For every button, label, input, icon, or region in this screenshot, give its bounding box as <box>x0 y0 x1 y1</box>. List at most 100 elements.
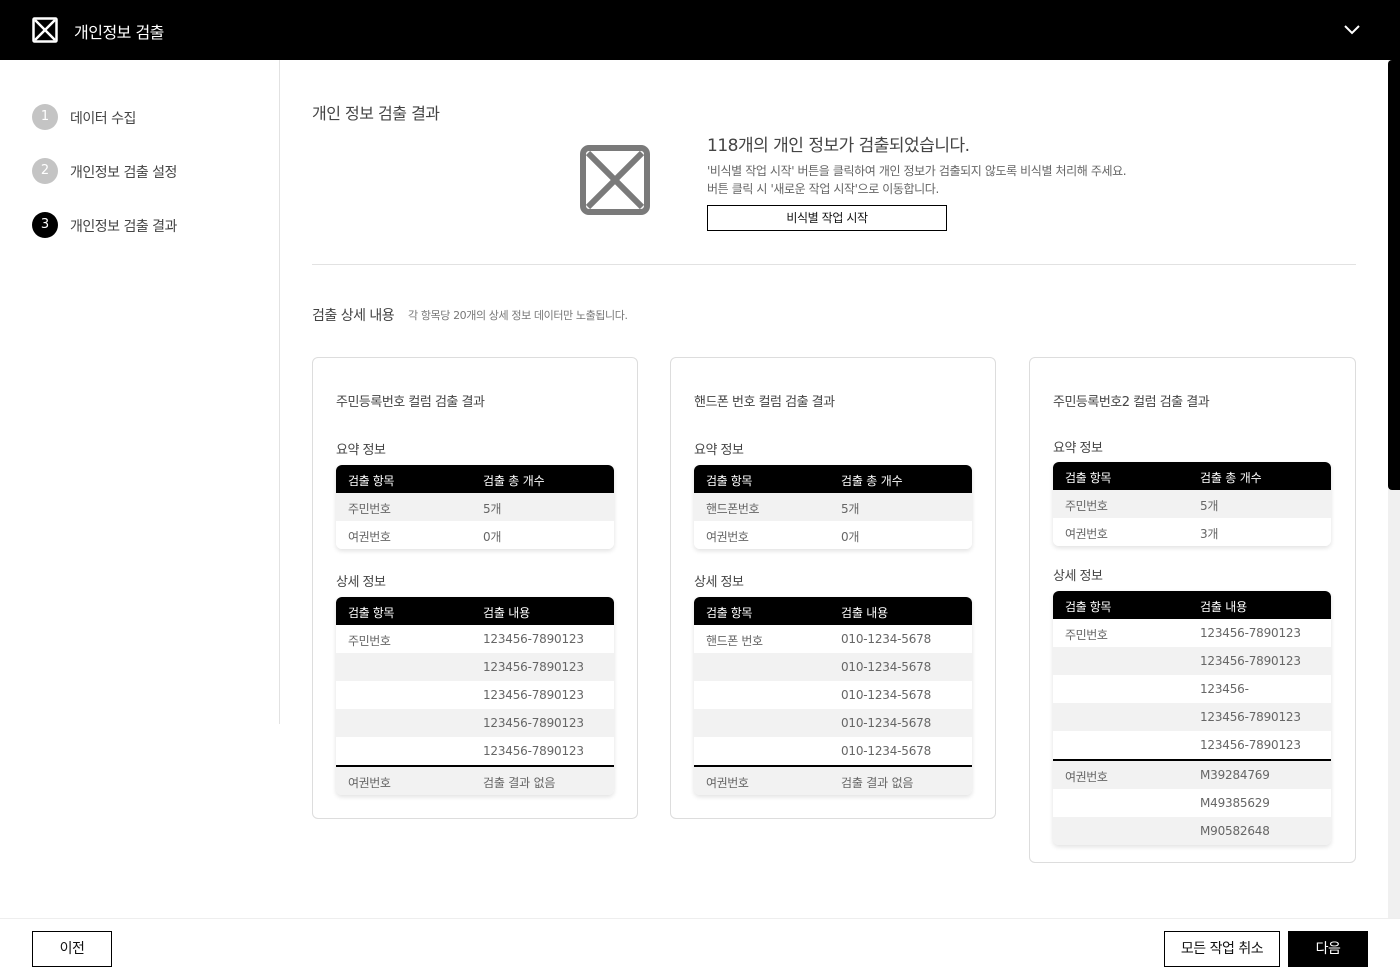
summary-table: 검출 항목 검출 총 개수 주민번호 5개 여권번호 0개 <box>336 465 614 549</box>
summary-title: 요약 정보 <box>1053 441 1103 456</box>
table-header: 검출 항목 검출 총 개수 <box>1053 462 1331 490</box>
detail-table: 검출 항목 검출 내용 핸드폰 번호 010-1234-5678 010-123… <box>694 597 972 795</box>
step-label: 데이터 수집 <box>70 111 136 127</box>
card-title: 핸드폰 번호 컬럼 검출 결과 <box>694 395 835 410</box>
table-cell: 123456-7890123 <box>1200 654 1301 668</box>
table-cell: 검출 결과 없음 <box>483 776 556 790</box>
column-header: 검출 항목 <box>348 606 394 620</box>
table-cell: 핸드폰 번호 <box>706 634 763 648</box>
close-box-icon <box>32 17 58 43</box>
table-header: 검출 항목 검출 총 개수 <box>694 465 972 493</box>
table-cell: 5개 <box>483 502 502 516</box>
card-title: 주민등록번호2 컬럼 검출 결과 <box>1053 395 1210 410</box>
table-row: 여권번호 3개 <box>1053 518 1331 546</box>
table-row: 주민번호 123456-7890123 <box>1053 619 1331 647</box>
summary-table: 검출 항목 검출 총 개수 주민번호 5개 여권번호 3개 <box>1053 462 1331 546</box>
scrollbar-thumb[interactable] <box>1388 60 1400 490</box>
table-row: 주민번호 123456-7890123 <box>336 625 614 653</box>
table-cell: 5개 <box>1200 499 1219 513</box>
table-cell: 010-1234-5678 <box>841 716 932 730</box>
table-cell: 여권번호 <box>1065 527 1108 541</box>
step-number: 3 <box>32 212 58 238</box>
table-cell: 123456-7890123 <box>483 688 584 702</box>
table-cell: 여권번호 <box>348 776 391 790</box>
column-header: 검출 항목 <box>348 474 394 488</box>
table-cell: 주민번호 <box>1065 499 1108 513</box>
summary-table: 검출 항목 검출 총 개수 핸드폰번호 5개 여권번호 0개 <box>694 465 972 549</box>
table-cell: 123456-7890123 <box>1200 710 1301 724</box>
table-row: 010-1234-5678 <box>694 709 972 737</box>
table-row: 123456-7890123 <box>1053 731 1331 759</box>
table-header: 검출 항목 검출 내용 <box>694 597 972 625</box>
table-cell: 010-1234-5678 <box>841 660 932 674</box>
table-row: 주민번호 5개 <box>1053 490 1331 518</box>
table-row: 123456-7890123 <box>336 653 614 681</box>
table-row: 010-1234-5678 <box>694 737 972 765</box>
column-header: 검출 총 개수 <box>841 474 903 488</box>
column-header: 검출 항목 <box>706 474 752 488</box>
table-cell: 010-1234-5678 <box>841 744 932 758</box>
table-header: 검출 항목 검출 총 개수 <box>336 465 614 493</box>
step-sidebar: 1 데이터 수집 2 개인정보 검출 설정 3 개인정보 검출 결과 <box>0 60 280 724</box>
table-row: 여권번호 0개 <box>336 521 614 549</box>
table-cell: 주민번호 <box>1065 628 1108 642</box>
table-row: 123456- <box>1053 675 1331 703</box>
table-cell: 123456-7890123 <box>483 632 584 646</box>
prev-button[interactable]: 이전 <box>32 931 112 967</box>
step-number: 1 <box>32 104 58 130</box>
column-header: 검출 내용 <box>1200 600 1247 614</box>
column-header: 검출 내용 <box>841 606 888 620</box>
vertical-scrollbar[interactable] <box>1388 60 1400 918</box>
table-cell: 5개 <box>841 502 860 516</box>
table-cell: 주민번호 <box>348 502 391 516</box>
table-cell: M39284769 <box>1200 768 1270 782</box>
page-title: 개인 정보 검출 결과 <box>312 104 440 123</box>
table-cell: 123456-7890123 <box>483 660 584 674</box>
next-button[interactable]: 다음 <box>1288 931 1368 967</box>
table-cell: 123456-7890123 <box>1200 738 1301 752</box>
start-deidentify-button[interactable]: 비식별 작업 시작 <box>707 205 947 231</box>
table-cell: M90582648 <box>1200 824 1270 838</box>
table-row: 123456-7890123 <box>336 709 614 737</box>
table-cell: 3개 <box>1200 527 1219 541</box>
table-row: 여권번호 검출 결과 없음 <box>694 765 972 795</box>
image-placeholder-icon <box>580 145 650 215</box>
footer-bar: 이전 모든 작업 취소 다음 <box>0 918 1400 978</box>
table-row: 123456-7890123 <box>336 681 614 709</box>
column-header: 검출 항목 <box>1065 600 1111 614</box>
result-card: 주민등록번호 컬럼 검출 결과 요약 정보 검출 항목 검출 총 개수 주민번호… <box>312 357 638 819</box>
divider <box>312 264 1356 265</box>
result-card: 주민등록번호2 컬럼 검출 결과 요약 정보 검출 항목 검출 총 개수 주민번… <box>1029 357 1356 863</box>
table-cell: 핸드폰번호 <box>706 502 760 516</box>
table-cell: 010-1234-5678 <box>841 632 932 646</box>
chevron-down-icon[interactable] <box>1342 22 1362 38</box>
table-row: 핸드폰번호 5개 <box>694 493 972 521</box>
table-cell: 010-1234-5678 <box>841 688 932 702</box>
column-header: 검출 총 개수 <box>1200 471 1262 485</box>
table-cell: 0개 <box>483 530 502 544</box>
app-title: 개인정보 검출 <box>74 23 164 42</box>
table-cell: 0개 <box>841 530 860 544</box>
table-row: 여권번호 0개 <box>694 521 972 549</box>
detail-title: 상세 정보 <box>1053 569 1103 584</box>
table-cell: 123456-7890123 <box>1200 626 1301 640</box>
table-row: 핸드폰 번호 010-1234-5678 <box>694 625 972 653</box>
table-cell: 검출 결과 없음 <box>841 776 914 790</box>
detail-title: 상세 정보 <box>336 575 386 590</box>
column-header: 검출 내용 <box>483 606 530 620</box>
result-description-line: 버튼 클릭 시 '새로운 작업 시작'으로 이동합니다. <box>707 182 939 196</box>
cancel-all-button[interactable]: 모든 작업 취소 <box>1164 931 1280 967</box>
column-header: 검출 항목 <box>706 606 752 620</box>
table-cell: 여권번호 <box>706 530 749 544</box>
table-cell: 여권번호 <box>1065 770 1108 784</box>
table-cell: M49385629 <box>1200 796 1270 810</box>
detail-table: 검출 항목 검출 내용 주민번호 123456-7890123 123456-7… <box>336 597 614 795</box>
table-header: 검출 항목 검출 내용 <box>1053 591 1331 619</box>
column-header: 검출 총 개수 <box>483 474 545 488</box>
step-label: 개인정보 검출 결과 <box>70 219 177 235</box>
result-description-line: '비식별 작업 시작' 버튼을 클릭하여 개인 정보가 검출되지 않도록 비식별… <box>707 164 1127 178</box>
result-card: 핸드폰 번호 컬럼 검출 결과 요약 정보 검출 항목 검출 총 개수 핸드폰번… <box>670 357 996 819</box>
table-row: 010-1234-5678 <box>694 681 972 709</box>
step-number: 2 <box>32 158 58 184</box>
table-cell: 여권번호 <box>706 776 749 790</box>
